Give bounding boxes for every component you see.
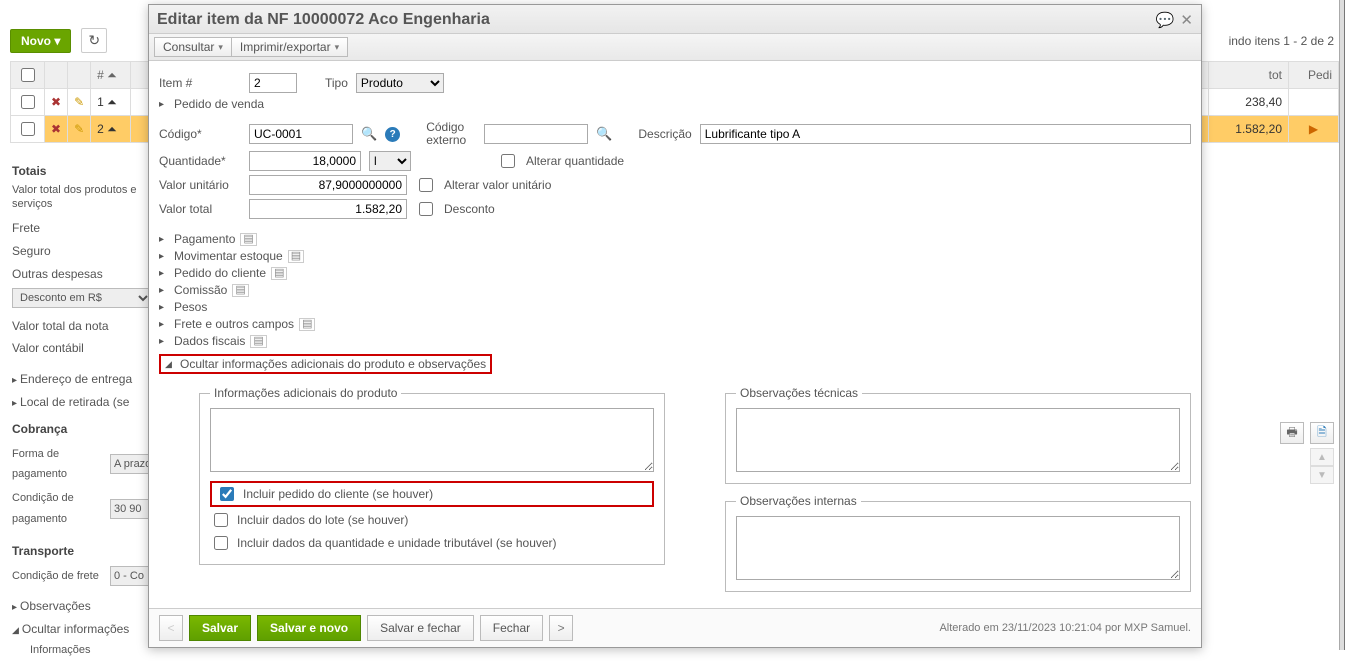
doc-icon: ▤ [299,318,315,331]
hide-info-toggle[interactable]: Ocultar informações [12,618,152,641]
refresh-icon[interactable]: ↻ [81,28,107,53]
row-checkbox[interactable] [21,122,35,136]
row-checkbox[interactable] [21,95,35,109]
type-select[interactable]: Produto [356,73,444,93]
delivery-address-toggle[interactable]: Endereço de entrega [12,368,152,391]
edit-icon[interactable]: ✎ [68,89,91,116]
payment-form-input[interactable] [110,454,152,474]
scroll-up-icon[interactable]: ▲ [1310,448,1334,466]
include-lot-checkbox[interactable] [214,513,228,527]
help-icon[interactable]: ? [385,127,400,142]
include-client-order-checkbox[interactable] [220,487,234,501]
freight-cond-input[interactable] [110,566,152,586]
doc-icon: ▤ [250,335,266,348]
totals-header: Totais [12,160,152,183]
stock-toggle[interactable]: Movimentar estoque [174,249,283,263]
hide-additional-info-toggle[interactable]: Ocultar informações adicionais do produt… [159,354,492,374]
doc-icon: ▤ [232,284,248,297]
col-tot: tot [1209,62,1289,89]
select-all-checkbox[interactable] [21,68,35,82]
internal-notes-textarea[interactable] [736,516,1180,580]
external-code-input[interactable] [484,124,588,144]
include-qty-checkbox[interactable] [214,536,228,550]
audit-info: Alterado em 23/11/2023 10:21:04 por MXP … [939,622,1191,634]
close-button[interactable]: Fechar [480,615,543,641]
item-number-input[interactable] [249,73,297,93]
discount-checkbox[interactable] [419,202,433,216]
save-close-button[interactable]: Salvar e fechar [367,615,474,641]
next-button[interactable]: > [549,615,573,641]
total-value-input[interactable] [249,199,407,219]
new-button[interactable]: Novo ▾ [10,29,71,53]
col-pedi: Pedi [1289,62,1339,89]
print-export-menu[interactable]: Imprimir/exportar [231,37,348,57]
additional-info-textarea[interactable] [210,408,654,472]
consult-menu[interactable]: Consultar [154,37,232,57]
delete-icon[interactable]: ✖ [45,89,68,116]
pickup-location-toggle[interactable]: Local de retirada (se [12,391,152,414]
fiscal-toggle[interactable]: Dados fiscais [174,334,245,348]
left-sidebar: Totais Valor total dos produtos e serviç… [12,160,152,661]
sales-order-toggle[interactable]: Pedido de venda [174,97,264,111]
dialog-title: Editar item da NF 10000072 Aco Engenhari… [157,11,1150,29]
search-icon[interactable]: 🔍 [596,126,612,142]
print-icon[interactable]: 🖶 [1280,422,1304,444]
doc-icon: ▤ [271,267,287,280]
chat-icon[interactable]: 💬 [1156,11,1175,29]
quantity-input[interactable] [249,151,361,171]
doc-icon: ▤ [240,233,256,246]
code-input[interactable] [249,124,353,144]
commission-toggle[interactable]: Comissão [174,283,227,297]
delete-icon[interactable]: ✖ [45,116,68,143]
payment-toggle[interactable]: Pagamento [174,232,235,246]
edit-item-dialog: Editar item da NF 10000072 Aco Engenhari… [148,4,1202,648]
change-qty-checkbox[interactable] [501,154,515,168]
paging-status: indo itens 1 - 2 de 2 [1229,34,1334,48]
unit-select[interactable]: l [369,151,411,171]
export-icon[interactable]: 🗎 [1310,422,1334,444]
discount-select[interactable]: Desconto em R$ [12,288,152,308]
vertical-scrollbar[interactable] [1339,0,1345,650]
save-new-button[interactable]: Salvar e novo [257,615,361,641]
doc-icon: ▤ [288,250,304,263]
weights-toggle[interactable]: Pesos [174,300,207,314]
description-input[interactable] [700,124,1191,144]
unit-value-input[interactable] [249,175,407,195]
freight-toggle[interactable]: Frete e outros campos [174,317,294,331]
scroll-down-icon[interactable]: ▼ [1310,466,1334,484]
technical-notes-textarea[interactable] [736,408,1180,472]
obs-toggle[interactable]: Observações [12,595,152,618]
save-button[interactable]: Salvar [189,615,251,641]
close-icon[interactable]: ✕ [1180,11,1193,29]
client-order-toggle[interactable]: Pedido do cliente [174,266,266,280]
edit-icon[interactable]: ✎ [68,116,91,143]
new-button-label: Novo [21,34,51,48]
search-icon[interactable]: 🔍 [361,126,377,142]
prev-button[interactable]: < [159,615,183,641]
change-unit-value-checkbox[interactable] [419,178,433,192]
payment-cond-input[interactable] [110,499,152,519]
